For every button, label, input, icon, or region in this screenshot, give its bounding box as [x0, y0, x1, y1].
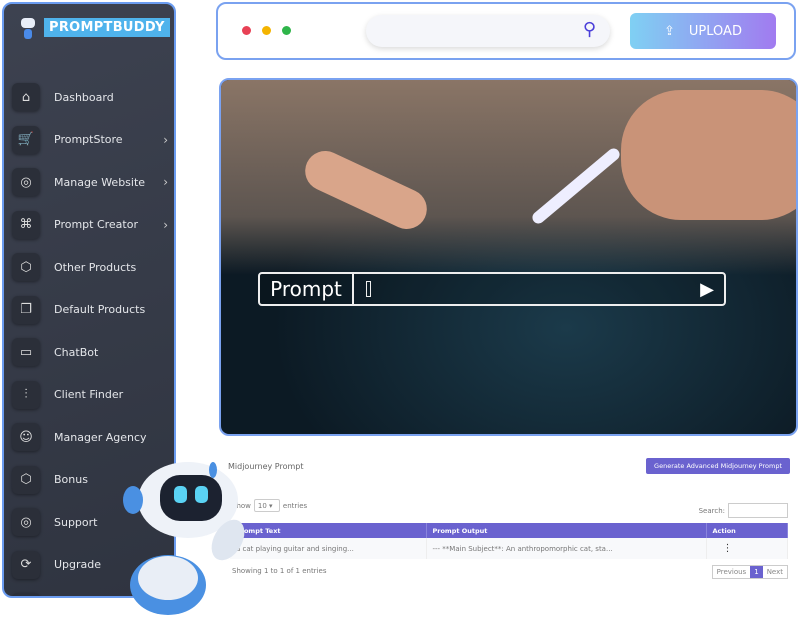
- column-prompt-output[interactable]: Prompt Output: [426, 523, 707, 538]
- sidebar-item-label: Manager Agency: [54, 430, 147, 444]
- page-1-button[interactable]: 1: [750, 566, 763, 578]
- previous-button[interactable]: Previous: [713, 566, 751, 578]
- upload-button[interactable]: ⇪ UPLOAD: [630, 13, 776, 49]
- hero-image: Prompt ▶: [219, 78, 798, 436]
- other-products-icon: ⬡: [12, 253, 40, 282]
- sidebar-item-label: Manage Website: [54, 175, 146, 189]
- sidebar-item-label: Client Finder: [54, 388, 124, 402]
- table-row: a cat playing guitar and singing... --- …: [230, 538, 788, 559]
- table-search-input[interactable]: [728, 503, 788, 518]
- sidebar-item-manage-website[interactable]: ◎ Manage Website ›: [12, 161, 172, 204]
- sidebar-item-label: Support: [54, 515, 98, 529]
- entries-label: entries: [282, 501, 308, 510]
- top-bar: ⚲ ⇪ UPLOAD: [216, 2, 796, 60]
- maximize-dot[interactable]: [282, 26, 291, 35]
- prompt-bar: Prompt ▶: [258, 272, 726, 306]
- sidebar-item-manager-agency[interactable]: ☺ Manager Agency: [12, 416, 172, 459]
- column-prompt-text[interactable]: Prompt Text: [230, 523, 427, 538]
- sidebar-item-label: Prompt Creator: [54, 218, 138, 232]
- bonus-icon: ⬡: [12, 465, 40, 494]
- sidebar-item-chatbot[interactable]: ▭ ChatBot: [12, 331, 172, 374]
- client-finder-icon: ⫶: [12, 380, 40, 409]
- column-action[interactable]: Action: [706, 523, 788, 538]
- minimize-dot[interactable]: [262, 26, 271, 35]
- sidebar-item-label: Other Products: [54, 260, 137, 274]
- chevron-right-icon: ›: [163, 175, 168, 190]
- sidebar-item-label: Bonus: [54, 473, 88, 487]
- midjourney-panel: Midjourney Prompt Generate Advanced Midj…: [220, 452, 798, 582]
- sidebar-item-label: PromptStore: [54, 133, 123, 147]
- logo[interactable]: PROMPTBUDDY: [18, 14, 170, 40]
- pagination: Previous 1 Next: [711, 565, 788, 579]
- cell-prompt-output: --- **Main Subject**: An anthropomorphic…: [426, 538, 707, 559]
- sidebar-item-label: Default Products: [54, 303, 146, 317]
- sidebar-item-prompt-creator[interactable]: ⌘ Prompt Creator ›: [12, 204, 172, 247]
- chatbot-icon: ▭: [12, 338, 40, 367]
- robot-mascot: [123, 462, 245, 615]
- next-button[interactable]: Next: [763, 566, 787, 578]
- sidebar-item-label: Dashboard: [54, 90, 114, 104]
- chevron-right-icon: ›: [163, 132, 168, 147]
- upgrade-icon: ⟳: [12, 550, 40, 579]
- sidebar-item-default-products[interactable]: ❐ Default Products: [12, 289, 172, 332]
- upload-icon: ⇪: [664, 23, 675, 39]
- sidebar-item-other-products[interactable]: ⬡ Other Products: [12, 246, 172, 289]
- close-dot[interactable]: [242, 26, 251, 35]
- support-icon: ◎: [12, 508, 40, 537]
- search-input[interactable]: ⚲: [366, 15, 610, 47]
- dashboard-icon: ⌂: [12, 83, 40, 112]
- entries-value: 10: [257, 502, 267, 510]
- chevron-right-icon: ›: [163, 217, 168, 232]
- play-icon: ▶: [700, 279, 714, 300]
- action-menu-icon[interactable]: ⋮: [706, 538, 788, 559]
- brand-name: PROMPTBUDDY: [44, 17, 170, 37]
- sidebar-item-label: ChatBot: [54, 345, 99, 359]
- text-cursor: [366, 281, 371, 297]
- manager-agency-icon: ☺: [12, 423, 40, 452]
- sidebar-item-label: Upgrade: [54, 558, 102, 572]
- default-products-icon: ❐: [12, 295, 40, 324]
- sidebar-item-dashboard[interactable]: ⌂ Dashboard: [12, 76, 172, 119]
- cell-prompt-text: a cat playing guitar and singing...: [230, 538, 427, 559]
- promptstore-icon: 🛒: [12, 125, 40, 154]
- prompt-label: Prompt: [260, 274, 354, 304]
- sidebar-item-promptstore[interactable]: 🛒 PromptStore ›: [12, 119, 172, 162]
- robot-logo-icon: [18, 14, 40, 40]
- generate-button[interactable]: Generate Advanced Midjourney Prompt: [646, 458, 790, 474]
- manage-website-icon: ◎: [12, 168, 40, 197]
- prompt-creator-icon: ⌘: [12, 210, 40, 239]
- search-label: Search:: [698, 506, 725, 515]
- search-icon[interactable]: ⚲: [583, 19, 596, 40]
- prompt-table: Prompt Text Prompt Output Action a cat p…: [230, 523, 788, 559]
- training-icon: ▣: [12, 593, 40, 596]
- upload-label: UPLOAD: [688, 23, 742, 39]
- sidebar-item-client-finder[interactable]: ⫶ Client Finder: [12, 374, 172, 417]
